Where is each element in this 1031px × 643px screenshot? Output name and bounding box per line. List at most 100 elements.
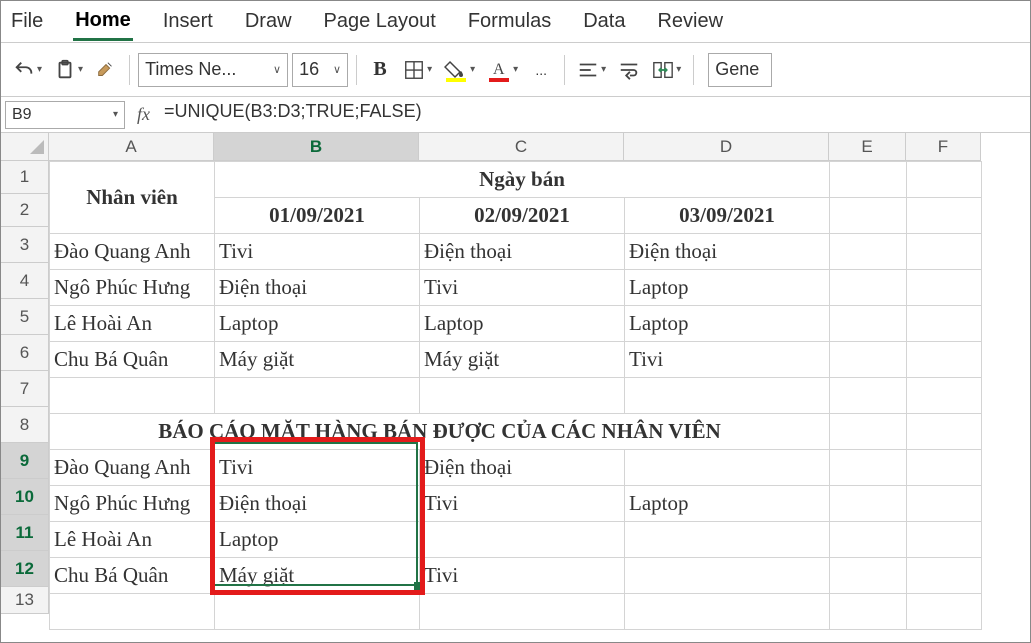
tab-data[interactable]: Data [581,4,627,39]
cell-B5[interactable]: Laptop [215,306,420,342]
cell-E4[interactable] [830,270,907,306]
cell-E12[interactable] [830,558,907,594]
cell-A3[interactable]: Đào Quang Anh [50,234,215,270]
tab-home[interactable]: Home [73,3,133,41]
cell-D5[interactable]: Laptop [625,306,830,342]
cell-F5[interactable] [907,306,982,342]
row-header-9[interactable]: 9 [1,443,49,479]
cell-C12[interactable]: Tivi [420,558,625,594]
cell-B1[interactable]: Ngày bán [215,162,830,198]
cell-E11[interactable] [830,522,907,558]
tab-file[interactable]: File [9,4,45,39]
cell-B7[interactable] [215,378,420,414]
cell-C5[interactable]: Laptop [420,306,625,342]
row-header-8[interactable]: 8 [1,407,49,443]
cell-D12[interactable] [625,558,830,594]
cell-A10[interactable]: Ngô Phúc Hưng [50,486,215,522]
column-header-E[interactable]: E [829,133,906,161]
cell-B13[interactable] [215,594,420,630]
cell-C6[interactable]: Máy giặt [420,342,625,378]
cell-D11[interactable] [625,522,830,558]
cell-F2[interactable] [907,198,982,234]
wrap-text-button[interactable] [614,53,644,87]
cell-B12[interactable]: Máy giặt [215,558,420,594]
cell-B11[interactable]: Laptop [215,522,420,558]
cell-E8[interactable] [830,414,907,450]
cell-A12[interactable]: Chu Bá Quân [50,558,215,594]
cell-C4[interactable]: Tivi [420,270,625,306]
font-color-button[interactable]: A ▾ [483,53,522,87]
cell-C2[interactable]: 02/09/2021 [420,198,625,234]
number-format-select[interactable]: Gene [708,53,772,87]
more-font-button[interactable]: ... [526,53,556,87]
format-painter-button[interactable] [91,53,121,87]
cell-E6[interactable] [830,342,907,378]
row-header-7[interactable]: 7 [1,371,49,407]
cell-B2[interactable]: 01/09/2021 [215,198,420,234]
cell-A4[interactable]: Ngô Phúc Hưng [50,270,215,306]
row-header-4[interactable]: 4 [1,263,49,299]
cell-F1[interactable] [907,162,982,198]
bold-button[interactable]: B [365,53,395,87]
cell-C10[interactable]: Tivi [420,486,625,522]
tab-page-layout[interactable]: Page Layout [322,4,438,39]
column-header-D[interactable]: D [624,133,829,161]
cell-B10[interactable]: Điện thoại [215,486,420,522]
cell-A7[interactable] [50,378,215,414]
borders-button[interactable]: ▾ [399,53,436,87]
cell-E7[interactable] [830,378,907,414]
cell-D4[interactable]: Laptop [625,270,830,306]
cell-D13[interactable] [625,594,830,630]
row-header-13[interactable]: 13 [1,587,49,614]
cell-F6[interactable] [907,342,982,378]
paste-button[interactable]: ▾ [50,53,87,87]
column-header-F[interactable]: F [906,133,981,161]
cell-A8[interactable]: BÁO CÁO MẶT HÀNG BÁN ĐƯỢC CỦA CÁC NHÂN V… [50,414,830,450]
cell-B3[interactable]: Tivi [215,234,420,270]
tab-draw[interactable]: Draw [243,4,294,39]
cell-F8[interactable] [907,414,982,450]
cell-C11[interactable] [420,522,625,558]
cell-F9[interactable] [907,450,982,486]
cell-A1[interactable]: Nhân viên [50,162,215,234]
cell-A9[interactable]: Đào Quang Anh [50,450,215,486]
row-header-6[interactable]: 6 [1,335,49,371]
cell-B9[interactable]: Tivi [215,450,420,486]
formula-input[interactable]: =UNIQUE(B3:D3;TRUE;FALSE) [158,101,1030,129]
row-header-10[interactable]: 10 [1,479,49,515]
merge-cells-button[interactable]: ▾ [648,53,685,87]
cell-E3[interactable] [830,234,907,270]
cell-A5[interactable]: Lê Hoài An [50,306,215,342]
cell-E2[interactable] [830,198,907,234]
cell-D9[interactable] [625,450,830,486]
align-button[interactable]: ▾ [573,53,610,87]
cell-C3[interactable]: Điện thoại [420,234,625,270]
cell-C9[interactable]: Điện thoại [420,450,625,486]
cell-B6[interactable]: Máy giặt [215,342,420,378]
cell-F4[interactable] [907,270,982,306]
cell-F3[interactable] [907,234,982,270]
cell-C13[interactable] [420,594,625,630]
column-header-B[interactable]: B [214,133,419,161]
select-all-corner[interactable] [1,133,49,161]
cell-D6[interactable]: Tivi [625,342,830,378]
cell-F11[interactable] [907,522,982,558]
cell-F13[interactable] [907,594,982,630]
row-header-5[interactable]: 5 [1,299,49,335]
cell-E10[interactable] [830,486,907,522]
row-header-11[interactable]: 11 [1,515,49,551]
cell-D7[interactable] [625,378,830,414]
row-header-1[interactable]: 1 [1,161,49,194]
tab-formulas[interactable]: Formulas [466,4,553,39]
undo-button[interactable]: ▾ [9,53,46,87]
cell-A6[interactable]: Chu Bá Quân [50,342,215,378]
cell-F7[interactable] [907,378,982,414]
cell-D3[interactable]: Điện thoại [625,234,830,270]
cell-E9[interactable] [830,450,907,486]
cell-F10[interactable] [907,486,982,522]
cell-D2[interactable]: 03/09/2021 [625,198,830,234]
cell-E5[interactable] [830,306,907,342]
column-header-A[interactable]: A [49,133,214,161]
cell-A13[interactable] [50,594,215,630]
tab-review[interactable]: Review [655,4,725,39]
